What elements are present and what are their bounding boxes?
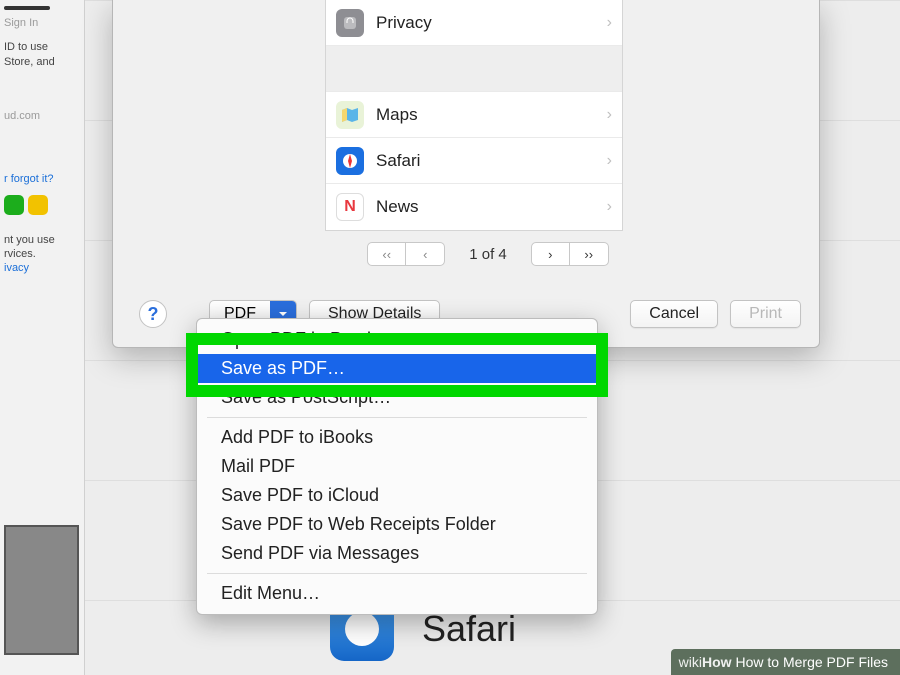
settings-label: Maps: [376, 105, 595, 125]
brand-label: wikiHow: [679, 654, 732, 670]
bg-text: nt you use: [4, 233, 80, 247]
privacy-icon: [336, 9, 364, 37]
background-sidebar: Sign In ID to use Store, and ud.com r fo…: [0, 0, 85, 675]
page-thumbnail: [4, 525, 79, 655]
pager-first-button[interactable]: ‹‹: [368, 243, 406, 265]
pager-prev-button[interactable]: ‹: [406, 243, 444, 265]
settings-row-news[interactable]: N News ›: [326, 184, 622, 230]
chevron-right-icon: ›: [607, 106, 612, 124]
menu-item-save-to-web-receipts[interactable]: Save PDF to Web Receipts Folder: [197, 510, 597, 539]
chevron-right-icon: ›: [607, 198, 612, 216]
settings-row-privacy[interactable]: Privacy ›: [326, 0, 622, 46]
page-indicator: 1 of 4: [459, 246, 517, 263]
news-icon: N: [336, 193, 364, 221]
bg-text: ID to use: [4, 40, 80, 54]
wikihow-caption: wikiHow How to Merge PDF Files: [671, 649, 900, 675]
menu-item-open-preview[interactable]: Open PDF in Preview: [197, 325, 597, 354]
chevron-right-icon: ›: [607, 152, 612, 170]
bg-text: ud.com: [4, 109, 80, 123]
page-pager: ‹‹ ‹ 1 of 4 › ››: [293, 242, 683, 266]
menu-item-edit-menu[interactable]: Edit Menu…: [197, 579, 597, 608]
bg-text: Store, and: [4, 55, 80, 69]
forgot-link: r forgot it?: [4, 173, 80, 185]
menu-item-save-as-pdf[interactable]: Save as PDF…: [197, 354, 597, 383]
menu-item-add-to-ibooks[interactable]: Add PDF to iBooks: [197, 423, 597, 452]
settings-row-safari[interactable]: Safari ›: [326, 138, 622, 184]
app-icon: [28, 195, 48, 215]
maps-icon: [336, 101, 364, 129]
pager-prev-group: ‹‹ ‹: [367, 242, 445, 266]
bg-icons: [4, 195, 80, 215]
settings-label: Safari: [376, 151, 595, 171]
menu-separator: [207, 417, 587, 418]
pager-next-button[interactable]: ›: [532, 243, 570, 265]
menu-separator: [207, 573, 587, 574]
help-button[interactable]: ?: [139, 300, 167, 328]
settings-label: Privacy: [376, 13, 595, 33]
menu-item-mail-pdf[interactable]: Mail PDF: [197, 452, 597, 481]
caption-title: How to Merge PDF Files: [736, 654, 888, 670]
phone-statusbar-icon: [4, 6, 50, 10]
settings-row-maps[interactable]: Maps ›: [326, 92, 622, 138]
menu-item-send-via-messages[interactable]: Send PDF via Messages: [197, 539, 597, 568]
print-preview-settings-list: Privacy › Maps › Safari › N News ›: [325, 0, 623, 231]
bg-text: rvices.: [4, 247, 80, 261]
menu-item-save-to-icloud[interactable]: Save PDF to iCloud: [197, 481, 597, 510]
safari-icon: [336, 147, 364, 175]
sign-in-label: Sign In: [4, 16, 80, 30]
settings-label: News: [376, 197, 595, 217]
settings-row-blank: [326, 46, 622, 92]
cancel-button[interactable]: Cancel: [630, 300, 718, 328]
privacy-link: ivacy: [4, 262, 80, 274]
print-button[interactable]: Print: [730, 300, 801, 328]
menu-item-save-as-postscript[interactable]: Save as PostScript…: [197, 383, 597, 412]
print-dialog: Privacy › Maps › Safari › N News › ‹‹ ‹: [112, 0, 820, 348]
facetime-icon: [4, 195, 24, 215]
pager-next-group: › ››: [531, 242, 609, 266]
pager-last-button[interactable]: ››: [570, 243, 608, 265]
pdf-dropdown-menu: Open PDF in Preview Save as PDF… Save as…: [196, 318, 598, 615]
chevron-right-icon: ›: [607, 14, 612, 32]
